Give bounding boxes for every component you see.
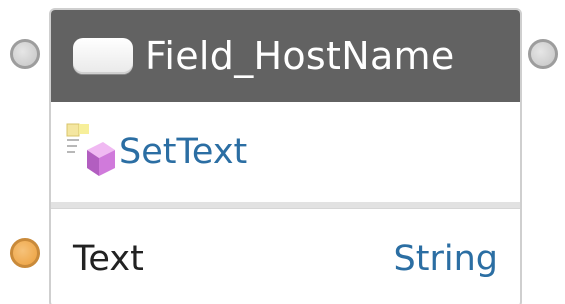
section-divider [51,202,520,209]
set-text-method-icon-graphic [66,123,115,176]
set-text-node[interactable]: Field_HostName SetText Text String [49,8,522,304]
method-row[interactable]: SetText [51,102,520,202]
exec-input-port[interactable] [10,39,40,69]
set-text-method-icon [65,122,115,182]
node-header[interactable]: Field_HostName [51,10,520,102]
parameter-row[interactable]: Text String [51,209,520,304]
node-title: Field_HostName [145,34,455,78]
exec-output-port[interactable] [528,39,558,69]
method-label: SetText [119,132,248,172]
field-badge-icon [73,38,133,74]
parameter-name: Text [73,238,144,279]
graph-canvas: Field_HostName SetText Text String [0,0,565,304]
parameter-type: String [393,238,498,279]
text-input-port[interactable] [10,238,40,268]
